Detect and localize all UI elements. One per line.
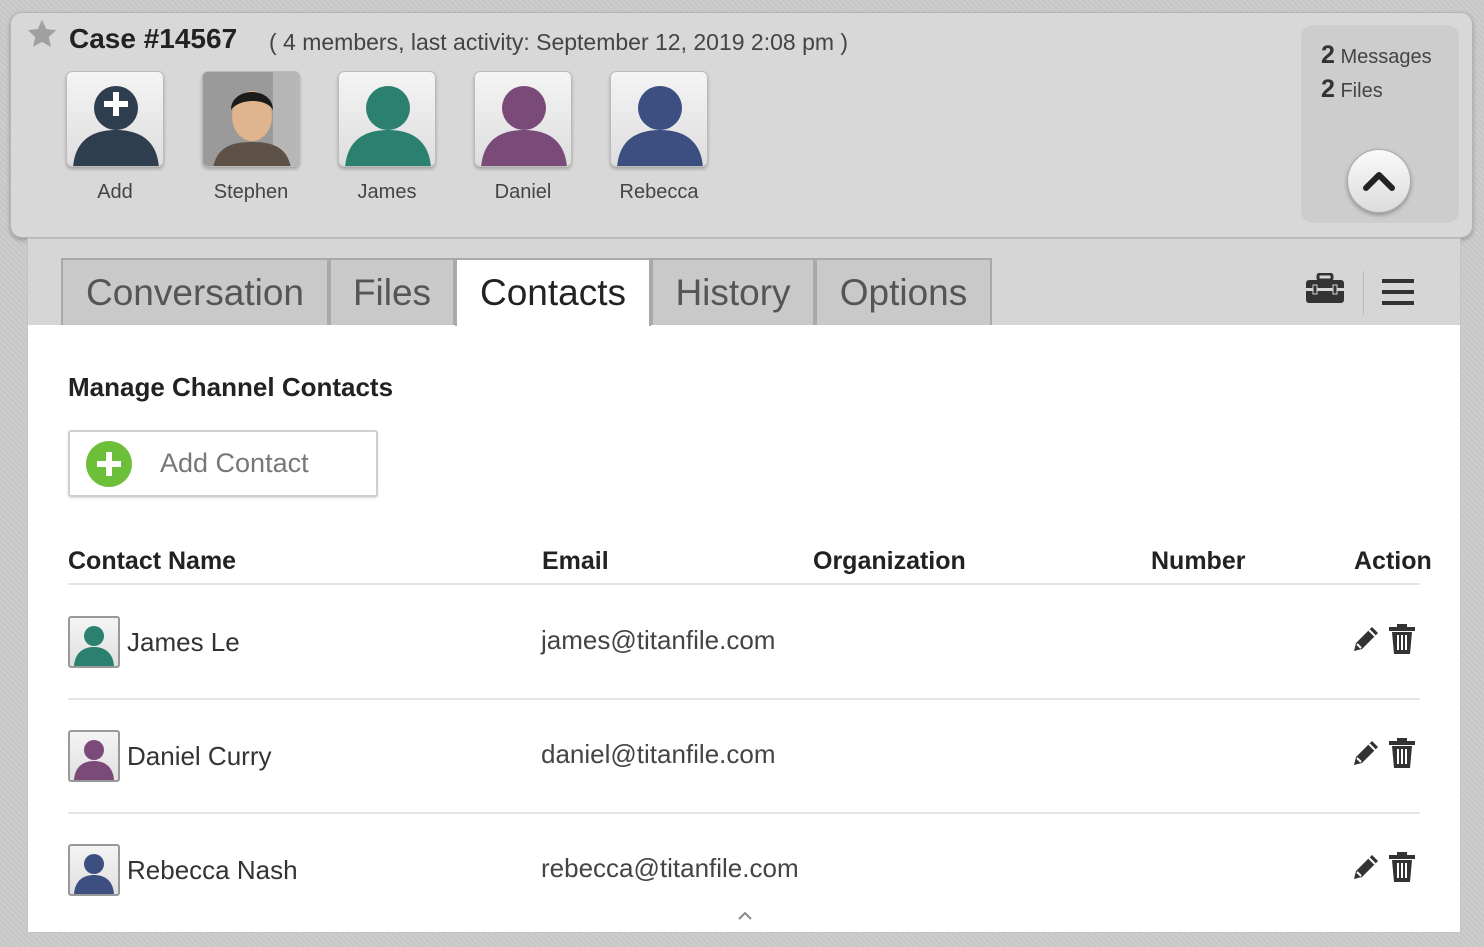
section-title: Manage Channel Contacts bbox=[68, 372, 394, 402]
trash-icon[interactable] bbox=[1388, 851, 1416, 883]
case-stats: 2 Messages 2 Files bbox=[1301, 25, 1459, 223]
contact-email: james@titanfile.com bbox=[541, 625, 776, 655]
scroll-up-icon[interactable] bbox=[737, 911, 753, 921]
member-daniel[interactable]: Daniel bbox=[473, 71, 573, 204]
collapse-header-button[interactable] bbox=[1347, 149, 1411, 213]
add-member-icon[interactable] bbox=[66, 71, 164, 167]
avatar[interactable] bbox=[202, 71, 300, 167]
contact-email: daniel@titanfile.com bbox=[541, 739, 776, 769]
member-rebecca[interactable]: Rebecca bbox=[609, 71, 709, 204]
contact-name: James Le bbox=[127, 627, 240, 657]
plus-icon bbox=[86, 441, 132, 487]
column-header-number[interactable]: Number bbox=[1151, 547, 1245, 576]
tab-bar: Conversation Files Contacts History Opti… bbox=[28, 239, 1460, 326]
contact-name: Daniel Curry bbox=[127, 741, 272, 771]
avatar[interactable] bbox=[338, 71, 436, 167]
column-header-email[interactable]: Email bbox=[542, 547, 609, 576]
tab-options[interactable]: Options bbox=[815, 258, 992, 325]
table-row: Daniel Curry daniel@titanfile.com bbox=[68, 699, 1420, 813]
messages-count: 2 bbox=[1321, 41, 1335, 69]
column-header-action: Action bbox=[1354, 547, 1432, 575]
messages-label: Messages bbox=[1340, 46, 1432, 68]
contact-name: Rebecca Nash bbox=[127, 855, 298, 885]
avatar[interactable] bbox=[610, 71, 708, 167]
trash-icon[interactable] bbox=[1388, 737, 1416, 769]
tab-files[interactable]: Files bbox=[329, 258, 455, 325]
toolbar-divider bbox=[1363, 271, 1364, 315]
row-actions bbox=[1350, 851, 1416, 883]
member-name: Daniel bbox=[494, 181, 552, 203]
files-stat[interactable]: 2 Files bbox=[1321, 75, 1383, 104]
add-contact-button[interactable]: Add Contact bbox=[68, 430, 378, 497]
main-panel: Conversation Files Contacts History Opti… bbox=[27, 238, 1461, 933]
add-contact-label: Add Contact bbox=[160, 448, 309, 478]
trash-icon[interactable] bbox=[1388, 623, 1416, 655]
avatar bbox=[68, 730, 120, 782]
messages-stat[interactable]: 2 Messages bbox=[1321, 41, 1432, 70]
table-row: James Le james@titanfile.com bbox=[68, 585, 1420, 699]
star-icon[interactable] bbox=[25, 17, 59, 51]
chevron-up-icon bbox=[1363, 172, 1395, 191]
avatar bbox=[68, 616, 120, 668]
member-name: Rebecca bbox=[619, 181, 699, 203]
member-name: Add bbox=[97, 181, 133, 203]
files-count: 2 bbox=[1321, 75, 1335, 103]
menu-icon[interactable] bbox=[1381, 277, 1415, 307]
column-header-organization[interactable]: Organization bbox=[813, 547, 966, 576]
row-actions bbox=[1350, 623, 1416, 655]
case-title: Case #14567 bbox=[69, 23, 238, 54]
pencil-icon[interactable] bbox=[1350, 737, 1382, 769]
avatar bbox=[68, 844, 120, 896]
pencil-icon[interactable] bbox=[1350, 851, 1382, 883]
member-name: James bbox=[357, 181, 417, 203]
table-row: Rebecca Nash rebecca@titanfile.com bbox=[68, 813, 1420, 927]
member-name: Stephen bbox=[213, 181, 289, 203]
tab-conversation[interactable]: Conversation bbox=[61, 258, 329, 325]
member-stephen[interactable]: Stephen bbox=[201, 71, 301, 204]
toolbox-icon[interactable] bbox=[1304, 273, 1346, 305]
avatar[interactable] bbox=[474, 71, 572, 167]
case-meta: ( 4 members, last activity: September 12… bbox=[269, 29, 849, 55]
tab-history[interactable]: History bbox=[651, 258, 815, 325]
case-header: Case #14567 ( 4 members, last activity: … bbox=[10, 12, 1473, 238]
row-actions bbox=[1350, 737, 1416, 769]
column-header-contact-name[interactable]: Contact Name bbox=[68, 547, 236, 576]
pencil-icon[interactable] bbox=[1350, 623, 1382, 655]
member-james[interactable]: James bbox=[337, 71, 437, 204]
contact-email: rebecca@titanfile.com bbox=[541, 853, 799, 883]
member-add[interactable]: Add bbox=[65, 71, 165, 204]
files-label: Files bbox=[1340, 80, 1383, 102]
tab-contacts[interactable]: Contacts bbox=[455, 258, 651, 326]
